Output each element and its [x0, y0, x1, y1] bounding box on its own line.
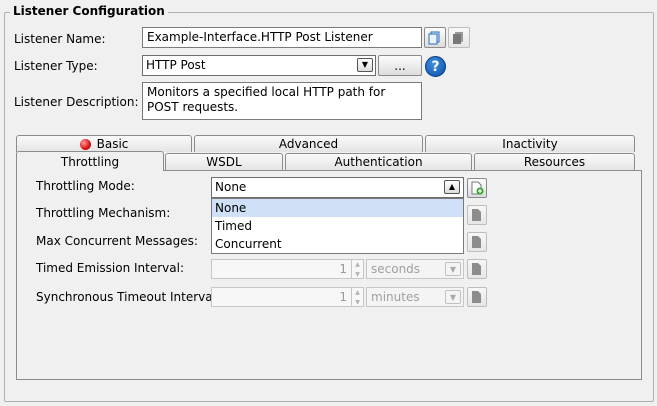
- listener-type-select[interactable]: HTTP Post ▼: [142, 55, 376, 76]
- timed-emission-value: 1: [339, 262, 347, 276]
- copy-icon: [428, 31, 440, 44]
- listener-name-field[interactable]: Example-Interface.HTTP Post Listener: [142, 27, 422, 48]
- tab-basic-label: Basic: [96, 137, 129, 151]
- tab-wsdl[interactable]: WSDL: [165, 153, 283, 170]
- listener-type-value: HTTP Post: [146, 58, 206, 72]
- tab-authentication-label: Authentication: [334, 155, 423, 169]
- option-concurrent[interactable]: Concurrent: [212, 235, 463, 253]
- tab-inactivity[interactable]: Inactivity: [425, 135, 635, 152]
- option-none[interactable]: None: [212, 199, 463, 217]
- throttling-mode-add-button[interactable]: [467, 178, 487, 198]
- tab-throttling[interactable]: Throttling: [16, 151, 164, 171]
- option-timed[interactable]: Timed: [212, 217, 463, 235]
- chevron-down-icon[interactable]: ▼: [357, 58, 373, 72]
- spinner-arrows-icon[interactable]: ▲ ▼: [351, 259, 363, 279]
- tab-resources[interactable]: Resources: [474, 153, 635, 170]
- listener-name-label: Listener Name:: [14, 32, 106, 46]
- throttling-mode-value: None: [215, 180, 247, 194]
- spinner-arrows-icon[interactable]: ▲ ▼: [351, 287, 363, 307]
- sync-timeout-unit: minutes: [371, 290, 420, 304]
- timed-emission-label: Timed Emission Interval:: [36, 261, 185, 275]
- timed-emission-add-button[interactable]: [467, 259, 487, 279]
- timed-emission-unit: seconds: [371, 262, 421, 276]
- listener-type-more-button[interactable]: ...: [378, 55, 422, 76]
- tab-advanced[interactable]: Advanced: [194, 135, 423, 152]
- tab-advanced-label: Advanced: [278, 137, 339, 151]
- tab-authentication[interactable]: Authentication: [285, 153, 472, 170]
- paste-button[interactable]: [448, 27, 470, 48]
- error-dot-icon: [79, 138, 91, 150]
- tab-throttling-label: Throttling: [60, 154, 120, 169]
- max-concurrent-label: Max Concurrent Messages:: [36, 234, 198, 248]
- chevron-down-icon[interactable]: ▼: [445, 290, 461, 304]
- timed-emission-spinner[interactable]: 1 ▲ ▼: [211, 259, 364, 279]
- copy-button[interactable]: [424, 27, 446, 48]
- sync-timeout-add-button[interactable]: [467, 287, 487, 307]
- sync-timeout-value: 1: [339, 290, 347, 304]
- add-variable-icon: [471, 181, 484, 195]
- sync-timeout-unit-select[interactable]: minutes ▼: [366, 287, 464, 307]
- listener-type-label: Listener Type:: [14, 59, 98, 73]
- throttling-mechanism-label: Throttling Mechanism:: [36, 206, 171, 220]
- tab-inactivity-label: Inactivity: [502, 137, 558, 151]
- sync-timeout-spinner[interactable]: 1 ▲ ▼: [211, 287, 364, 307]
- paste-icon: [453, 31, 463, 44]
- timed-emission-unit-select[interactable]: seconds ▼: [366, 259, 464, 279]
- add-variable-icon: [472, 263, 481, 275]
- group-title: Listener Configuration: [10, 4, 168, 18]
- sync-timeout-label: Synchronous Timeout Interval:: [36, 290, 220, 304]
- tab-basic[interactable]: Basic: [16, 135, 192, 152]
- throttling-mode-select[interactable]: None ▲: [211, 177, 464, 198]
- throttling-mode-label: Throttling Mode:: [36, 179, 135, 193]
- chevron-up-icon[interactable]: ▲: [444, 180, 460, 194]
- add-variable-icon: [472, 291, 481, 303]
- help-icon[interactable]: ?: [425, 56, 446, 77]
- tab-resources-label: Resources: [523, 155, 586, 169]
- throttling-mode-dropdown[interactable]: None Timed Concurrent: [211, 198, 464, 254]
- listener-description-field[interactable]: Monitors a specified local HTTP path for…: [142, 82, 422, 120]
- tab-wsdl-label: WSDL: [206, 155, 242, 169]
- add-variable-icon: [472, 209, 481, 221]
- chevron-down-icon[interactable]: ▼: [445, 262, 461, 276]
- add-variable-icon: [472, 236, 481, 248]
- listener-description-label: Listener Description:: [14, 95, 139, 109]
- throttling-mechanism-add-button[interactable]: [467, 205, 487, 225]
- max-concurrent-add-button[interactable]: [467, 232, 487, 252]
